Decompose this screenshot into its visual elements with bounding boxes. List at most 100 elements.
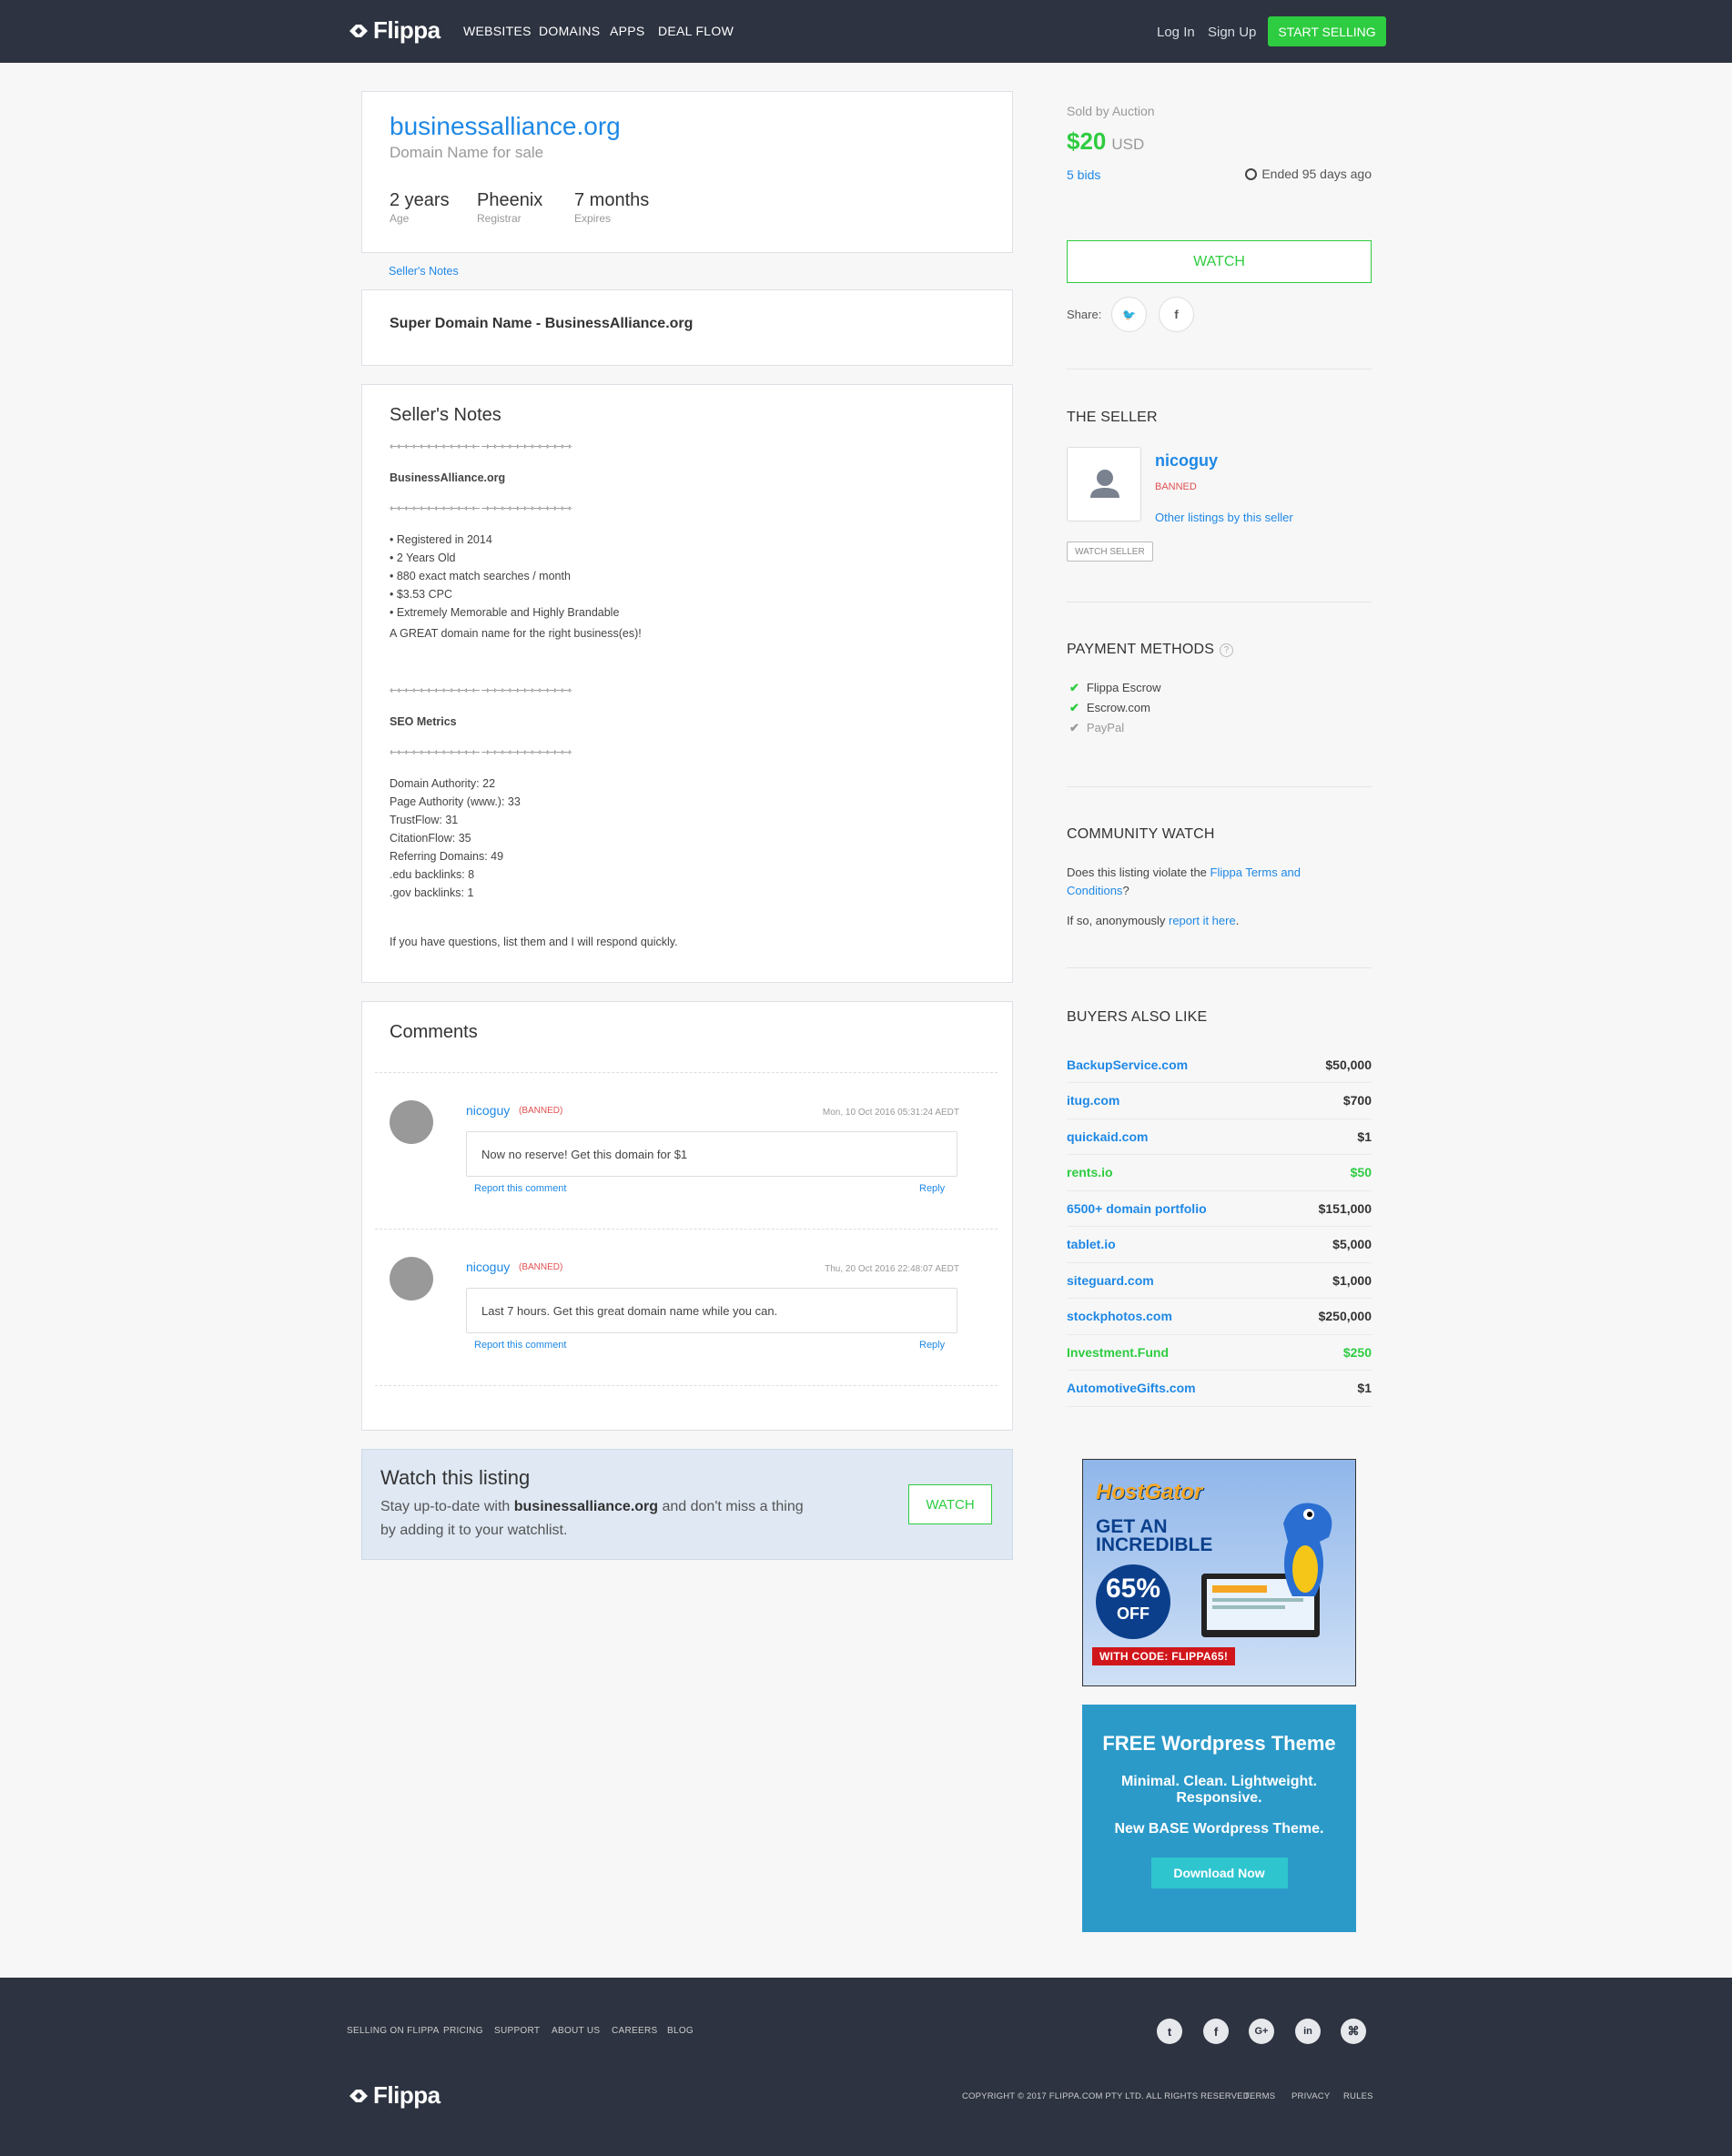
seo-metric: Referring Domains: 49 xyxy=(390,850,504,863)
buyers-item-name[interactable]: siteguard.com xyxy=(1067,1273,1154,1288)
comments-heading: Comments xyxy=(390,1022,478,1042)
buyers-item-price: $1 xyxy=(1357,1381,1372,1395)
gator-mascot-illustration xyxy=(1201,1503,1332,1637)
sellers-notes-link[interactable]: Seller's Notes xyxy=(389,265,459,278)
share-facebook-button[interactable]: f xyxy=(1159,297,1194,332)
flippa-logo[interactable]: Flippa xyxy=(347,16,441,45)
ad-promo-code: WITH CODE: FLIPPA65! xyxy=(1092,1647,1236,1665)
watch-button[interactable]: WATCH xyxy=(1067,240,1372,283)
footer-link-careers[interactable]: CAREERS xyxy=(612,2026,657,2036)
banned-badge: (BANNED) xyxy=(519,1262,563,1272)
ad2-line: Minimal. Clean. Lightweight. xyxy=(1120,1774,1318,1789)
footer-link-selling[interactable]: SELLING ON FLIPPA xyxy=(347,2026,440,2036)
seller-avatar[interactable] xyxy=(1067,447,1141,521)
footer-link-about[interactable]: ABOUT US xyxy=(552,2026,600,2036)
login-link[interactable]: Log In xyxy=(1157,25,1195,40)
top-header: Flippa WEBSITES DOMAINS APPS DEAL FLOW L… xyxy=(0,0,1732,63)
stat-age: 2 years Age xyxy=(390,190,450,225)
avatar xyxy=(390,1100,433,1144)
buyers-item-name[interactable]: AutomotiveGifts.com xyxy=(1067,1381,1196,1395)
buyers-item-name[interactable]: Investment.Fund xyxy=(1067,1345,1169,1360)
footer-logo[interactable]: Flippa xyxy=(347,2081,441,2110)
notes-bullet: • Registered in 2014 xyxy=(390,533,492,546)
nav-apps[interactable]: APPS xyxy=(610,24,645,38)
logo-text: Flippa xyxy=(373,16,441,44)
linkedin-icon[interactable]: in xyxy=(1295,2019,1321,2044)
buyers-item-name[interactable]: rents.io xyxy=(1067,1165,1113,1179)
seo-metric: .edu backlinks: 8 xyxy=(390,868,475,881)
footer-privacy-link[interactable]: PRIVACY xyxy=(1291,2091,1330,2101)
buyers-list-item[interactable]: tablet.io $5,000 xyxy=(1067,1227,1372,1263)
github-icon[interactable]: ⌘ xyxy=(1341,2019,1366,2044)
flippa-logo-icon xyxy=(349,24,368,37)
share-label: Share: xyxy=(1067,308,1102,321)
share-twitter-button[interactable]: 🐦 xyxy=(1111,297,1147,332)
copyright: COPYRIGHT © 2017 FLIPPA.COM PTY LTD. ALL… xyxy=(962,2091,1252,2101)
payment-method: ✔ PayPal xyxy=(1069,721,1125,734)
footer-link-support[interactable]: SUPPORT xyxy=(494,2026,540,2036)
nav-domains[interactable]: DOMAINS xyxy=(539,24,600,38)
start-selling-button[interactable]: START SELLING xyxy=(1268,16,1386,46)
notes-separator: ⇽⇽⇽⇽⇽⇽⇽⇽⇽⇽⇽⇽ ⇾⇾⇾⇾⇾⇾⇾⇾⇾⇾⇾⇾ xyxy=(390,503,572,514)
comment-author[interactable]: nicoguy xyxy=(466,1260,510,1274)
download-now-button[interactable]: Download Now xyxy=(1150,1857,1288,1888)
community-question: Does this listing violate the Flippa Ter… xyxy=(1067,865,1302,897)
notes-bullets: • Registered in 2014 • 2 Years Old • 880… xyxy=(390,531,619,622)
watch-seller-button[interactable]: WATCH SELLER xyxy=(1067,542,1153,562)
buyers-item-price: $1,000 xyxy=(1332,1272,1372,1288)
buyers-item-name[interactable]: tablet.io xyxy=(1067,1237,1116,1251)
buyers-list-item[interactable]: siteguard.com $1,000 xyxy=(1067,1262,1372,1299)
report-comment-link[interactable]: Report this comment xyxy=(474,1340,566,1351)
buyers-list-item[interactable]: BackupService.com $50,000 xyxy=(1067,1047,1372,1083)
ad-discount-badge: 65% OFF xyxy=(1096,1564,1170,1639)
report-comment-link[interactable]: Report this comment xyxy=(474,1183,566,1194)
help-icon[interactable]: ? xyxy=(1220,643,1234,657)
currency: USD xyxy=(1111,136,1145,153)
wordpress-theme-ad[interactable]: FREE Wordpress Theme Minimal. Clean. Lig… xyxy=(1082,1705,1356,1932)
buyers-list-item[interactable]: 6500+ domain portfolio $151,000 xyxy=(1067,1190,1372,1227)
google-plus-icon[interactable]: G+ xyxy=(1249,2019,1274,2044)
report-listing-link[interactable]: report it here xyxy=(1169,914,1236,927)
notes-heading: Seller's Notes xyxy=(390,405,501,425)
footer-terms-link[interactable]: TERMS xyxy=(1244,2091,1275,2101)
buyers-list-item[interactable]: Investment.Fund $250 xyxy=(1067,1334,1372,1371)
buyers-item-name[interactable]: stockphotos.com xyxy=(1067,1309,1172,1323)
buyers-list-item[interactable]: stockphotos.com $250,000 xyxy=(1067,1299,1372,1335)
payment-method: ✔ Escrow.com xyxy=(1069,701,1150,714)
notes-name: BusinessAlliance.org xyxy=(390,471,506,484)
nav-deal-flow[interactable]: DEAL FLOW xyxy=(658,24,734,38)
buyers-item-name[interactable]: BackupService.com xyxy=(1067,1058,1188,1072)
footer-rules-link[interactable]: RULES xyxy=(1343,2091,1373,2101)
other-listings-link[interactable]: Other listings by this seller xyxy=(1155,511,1293,524)
avatar xyxy=(390,1257,433,1301)
buyers-item-name[interactable]: 6500+ domain portfolio xyxy=(1067,1201,1207,1216)
twitter-icon[interactable]: t xyxy=(1157,2019,1182,2044)
hostgator-ad[interactable]: HostGator GET AN INCREDIBLE 65% OFF WITH … xyxy=(1082,1459,1356,1686)
reply-link[interactable]: Reply xyxy=(919,1340,945,1351)
checkmark-icon: ✔ xyxy=(1069,701,1079,714)
comment-author[interactable]: nicoguy xyxy=(466,1103,510,1118)
community-report: If so, anonymously report it here. xyxy=(1067,914,1240,927)
seo-metric: Page Authority (www.): 33 xyxy=(390,795,521,808)
bids-link[interactable]: 5 bids xyxy=(1067,167,1100,182)
footer xyxy=(0,1978,1732,2156)
footer-link-blog[interactable]: BLOG xyxy=(667,2026,694,2036)
seo-metric: CitationFlow: 35 xyxy=(390,832,471,845)
seller-name[interactable]: nicoguy xyxy=(1155,451,1218,471)
footer-link-pricing[interactable]: PRICING xyxy=(443,2026,483,2036)
watch-box-button[interactable]: WATCH xyxy=(908,1484,992,1524)
comment-date: Mon, 10 Oct 2016 05:31:24 AEDT xyxy=(822,1108,959,1118)
reply-link[interactable]: Reply xyxy=(919,1183,945,1194)
seo-metric: TrustFlow: 31 xyxy=(390,814,459,826)
notes-separator: ⇽⇽⇽⇽⇽⇽⇽⇽⇽⇽⇽⇽ ⇾⇾⇾⇾⇾⇾⇾⇾⇾⇾⇾⇾ xyxy=(390,441,572,452)
facebook-icon[interactable]: f xyxy=(1203,2019,1229,2044)
buyers-list-item[interactable]: quickaid.com $1 xyxy=(1067,1118,1372,1155)
buyers-item-name[interactable]: itug.com xyxy=(1067,1093,1119,1108)
buyers-list-item[interactable]: AutomotiveGifts.com $1 xyxy=(1067,1371,1372,1407)
nav-websites[interactable]: WEBSITES xyxy=(463,24,532,38)
buyers-list-item[interactable]: itug.com $700 xyxy=(1067,1083,1372,1119)
signup-link[interactable]: Sign Up xyxy=(1208,25,1256,40)
buyers-item-price: $50,000 xyxy=(1325,1057,1372,1072)
buyers-item-name[interactable]: quickaid.com xyxy=(1067,1129,1148,1144)
buyers-list-item[interactable]: rents.io $50 xyxy=(1067,1155,1372,1191)
